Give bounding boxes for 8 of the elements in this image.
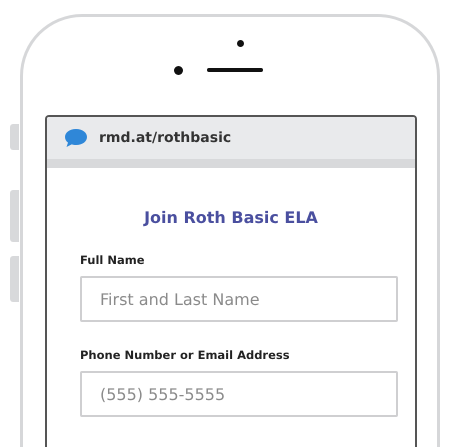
input-field[interactable]: (555) 555-5555 xyxy=(80,371,398,417)
chat-bubble-icon xyxy=(64,128,88,148)
field-label: Full Name xyxy=(80,253,145,267)
input-field[interactable]: First and Last Name xyxy=(80,276,398,322)
form-title: Join Roth Basic ELA xyxy=(142,208,319,227)
camera-icon xyxy=(237,40,244,47)
field-label: Phone Number or Email Address xyxy=(80,348,290,362)
url-text: rmd.at/rothbasic xyxy=(99,130,232,146)
